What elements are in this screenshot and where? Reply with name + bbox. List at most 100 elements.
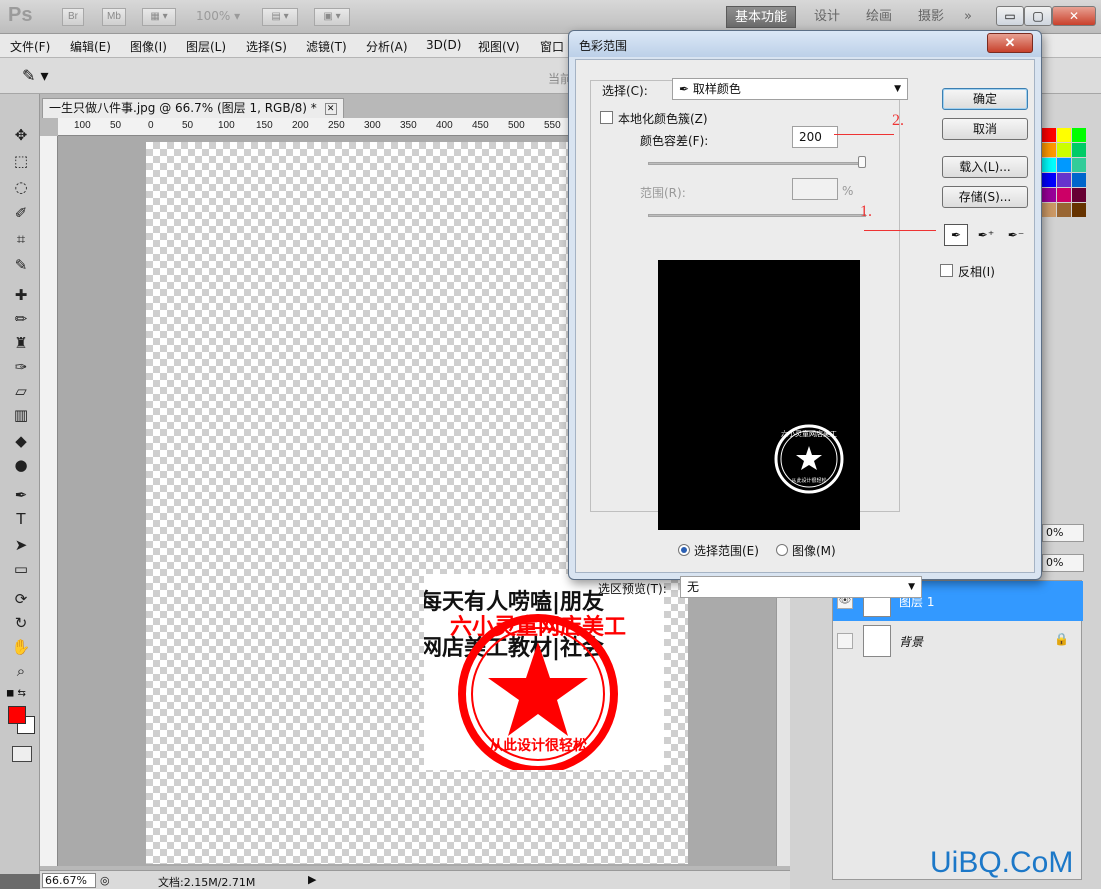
menu-window[interactable]: 窗口 xyxy=(540,38,564,55)
color-swatch[interactable] xyxy=(1072,188,1086,202)
mini-bridge-button[interactable]: Mb xyxy=(102,8,126,26)
color-swatch[interactable] xyxy=(1042,143,1056,157)
workspace-photography[interactable]: 摄影 xyxy=(910,6,952,28)
zoom-level-select[interactable]: 100% ▾ xyxy=(196,9,240,23)
pen-tool-icon[interactable]: ✒ xyxy=(8,484,34,506)
clone-stamp-tool-icon[interactable]: ♜ xyxy=(8,332,34,354)
history-brush-tool-icon[interactable]: ✑ xyxy=(8,356,34,378)
quick-select-tool-icon[interactable]: ✐ xyxy=(8,202,34,224)
color-swatch[interactable] xyxy=(1072,203,1086,217)
color-swatch[interactable] xyxy=(1072,128,1086,142)
fill-field[interactable]: 0% xyxy=(1042,554,1084,572)
brush-tool-icon[interactable]: ✏ xyxy=(8,308,34,330)
layer-row[interactable]: 背景 🔒 xyxy=(833,621,1083,661)
foreground-color-swatch[interactable] xyxy=(8,706,26,724)
blur-tool-icon[interactable]: ◆ xyxy=(8,430,34,452)
eyedropper-tool-icon[interactable]: ✎ xyxy=(8,254,34,276)
range-slider[interactable] xyxy=(648,214,866,217)
gradient-tool-icon[interactable]: ▥ xyxy=(8,404,34,426)
menu-edit[interactable]: 编辑(E) xyxy=(70,38,111,55)
status-bar: 66.67% ◎ 文档:2.15M/2.71M ▶ xyxy=(40,870,790,889)
color-swatch[interactable] xyxy=(1072,158,1086,172)
type-tool-icon[interactable]: T xyxy=(8,508,34,530)
3d-orbit-tool-icon[interactable]: ↻ xyxy=(8,612,34,634)
color-swatch[interactable] xyxy=(1042,203,1056,217)
status-menu-arrow-icon[interactable]: ▶ xyxy=(308,873,316,886)
crop-tool-icon[interactable]: ⌗ xyxy=(8,228,34,250)
lock-icon: 🔒 xyxy=(1054,632,1069,646)
color-swatch[interactable] xyxy=(1042,173,1056,187)
marquee-tool-icon[interactable]: ⬚ xyxy=(8,150,34,172)
bridge-button[interactable]: Br xyxy=(62,8,84,26)
subtract-from-sample-eyedropper-icon[interactable]: ✒⁻ xyxy=(1004,224,1028,246)
image-radio[interactable] xyxy=(776,544,788,556)
selection-preview-dropdown[interactable]: 无 ▼ xyxy=(680,576,922,598)
visibility-toggle[interactable] xyxy=(837,633,853,649)
3d-rotate-tool-icon[interactable]: ⟳ xyxy=(8,588,34,610)
color-swatch[interactable] xyxy=(1042,158,1056,172)
hand-tool-icon[interactable]: ✋ xyxy=(8,636,34,658)
zoom-tool-icon[interactable]: ⌕ xyxy=(8,660,34,682)
color-swatch[interactable] xyxy=(1072,173,1086,187)
add-to-sample-eyedropper-icon[interactable]: ✒⁺ xyxy=(974,224,998,246)
workspace-essentials[interactable]: 基本功能 xyxy=(726,6,797,28)
color-swatch[interactable] xyxy=(1072,143,1086,157)
dialog-titlebar[interactable]: 色彩范围 ✕ xyxy=(569,31,1041,57)
status-info-icon[interactable]: ◎ xyxy=(100,874,110,887)
document-tab-close-icon[interactable]: ✕ xyxy=(324,102,337,115)
color-swatch[interactable] xyxy=(1042,188,1056,202)
selection-preview[interactable]: 六小灵童网店美工 从此设计很轻松 xyxy=(658,260,860,530)
close-button[interactable]: ✕ xyxy=(1052,6,1096,26)
menu-view[interactable]: 视图(V) xyxy=(478,38,520,55)
fuzziness-input[interactable]: 200 xyxy=(792,126,838,148)
dodge-tool-icon[interactable]: ● xyxy=(8,454,34,476)
eyedropper-preset-icon[interactable]: ✎ ▾ xyxy=(22,66,49,85)
fuzziness-slider[interactable] xyxy=(648,162,866,165)
eyedropper-tool-button[interactable]: ✒ xyxy=(944,224,968,246)
color-swatch[interactable] xyxy=(1042,128,1056,142)
invert-checkbox[interactable] xyxy=(940,264,953,277)
color-swatch[interactable] xyxy=(1057,173,1071,187)
color-swatch[interactable] xyxy=(1057,128,1071,142)
dialog-close-button[interactable]: ✕ xyxy=(987,33,1033,53)
move-tool-icon[interactable]: ✥ xyxy=(8,124,34,146)
load-button[interactable]: 载入(L)... xyxy=(942,156,1028,178)
color-swatch[interactable] xyxy=(1057,188,1071,202)
shape-tool-icon[interactable]: ▭ xyxy=(8,558,34,580)
document-tab[interactable]: 一生只做八件事.jpg @ 66.7% (图层 1, RGB/8) * ✕ xyxy=(42,98,344,118)
healing-brush-tool-icon[interactable]: ✚ xyxy=(8,284,34,306)
menu-analysis[interactable]: 分析(A) xyxy=(366,38,408,55)
color-swatch[interactable] xyxy=(1057,203,1071,217)
cancel-button[interactable]: 取消 xyxy=(942,118,1028,140)
color-swatch[interactable] xyxy=(1057,158,1071,172)
save-button[interactable]: 存储(S)... xyxy=(942,186,1028,208)
color-swatch[interactable] xyxy=(1057,143,1071,157)
menu-image[interactable]: 图像(I) xyxy=(130,38,167,55)
zoom-field[interactable]: 66.67% xyxy=(42,873,96,888)
menu-select[interactable]: 选择(S) xyxy=(246,38,287,55)
localized-clusters-checkbox[interactable] xyxy=(600,111,613,124)
selection-radio[interactable] xyxy=(678,544,690,556)
opacity-field[interactable]: 0% xyxy=(1042,524,1084,542)
select-dropdown[interactable]: ✒ 取样颜色 ▼ xyxy=(672,78,908,100)
menu-layer[interactable]: 图层(L) xyxy=(186,38,226,55)
workspace-painting[interactable]: 绘画 xyxy=(858,6,900,28)
lasso-tool-icon[interactable]: ◌ xyxy=(8,176,34,198)
eraser-tool-icon[interactable]: ▱ xyxy=(8,380,34,402)
arrange-documents-button[interactable]: ▤ ▾ xyxy=(262,8,298,26)
quick-mask-icon[interactable] xyxy=(12,746,32,762)
screen-mode-button[interactable]: ▣ ▾ xyxy=(314,8,350,26)
menu-filter[interactable]: 滤镜(T) xyxy=(306,38,347,55)
view-extras-button[interactable]: ▦ ▾ xyxy=(142,8,176,26)
more-workspaces-button[interactable]: » xyxy=(956,6,980,28)
menu-3d[interactable]: 3D(D) xyxy=(426,38,461,52)
ok-button[interactable]: 确定 xyxy=(942,88,1028,110)
fuzziness-slider-thumb[interactable] xyxy=(858,156,866,168)
workspace-design[interactable]: 设计 xyxy=(806,6,848,28)
menu-file[interactable]: 文件(F) xyxy=(10,38,50,55)
minimize-button[interactable]: ▭ xyxy=(996,6,1024,26)
swap-colors-icon[interactable]: ◼ ⇆ xyxy=(6,688,26,699)
maximize-button[interactable]: ▢ xyxy=(1024,6,1052,26)
range-input[interactable] xyxy=(792,178,838,200)
path-selection-tool-icon[interactable]: ➤ xyxy=(8,534,34,556)
